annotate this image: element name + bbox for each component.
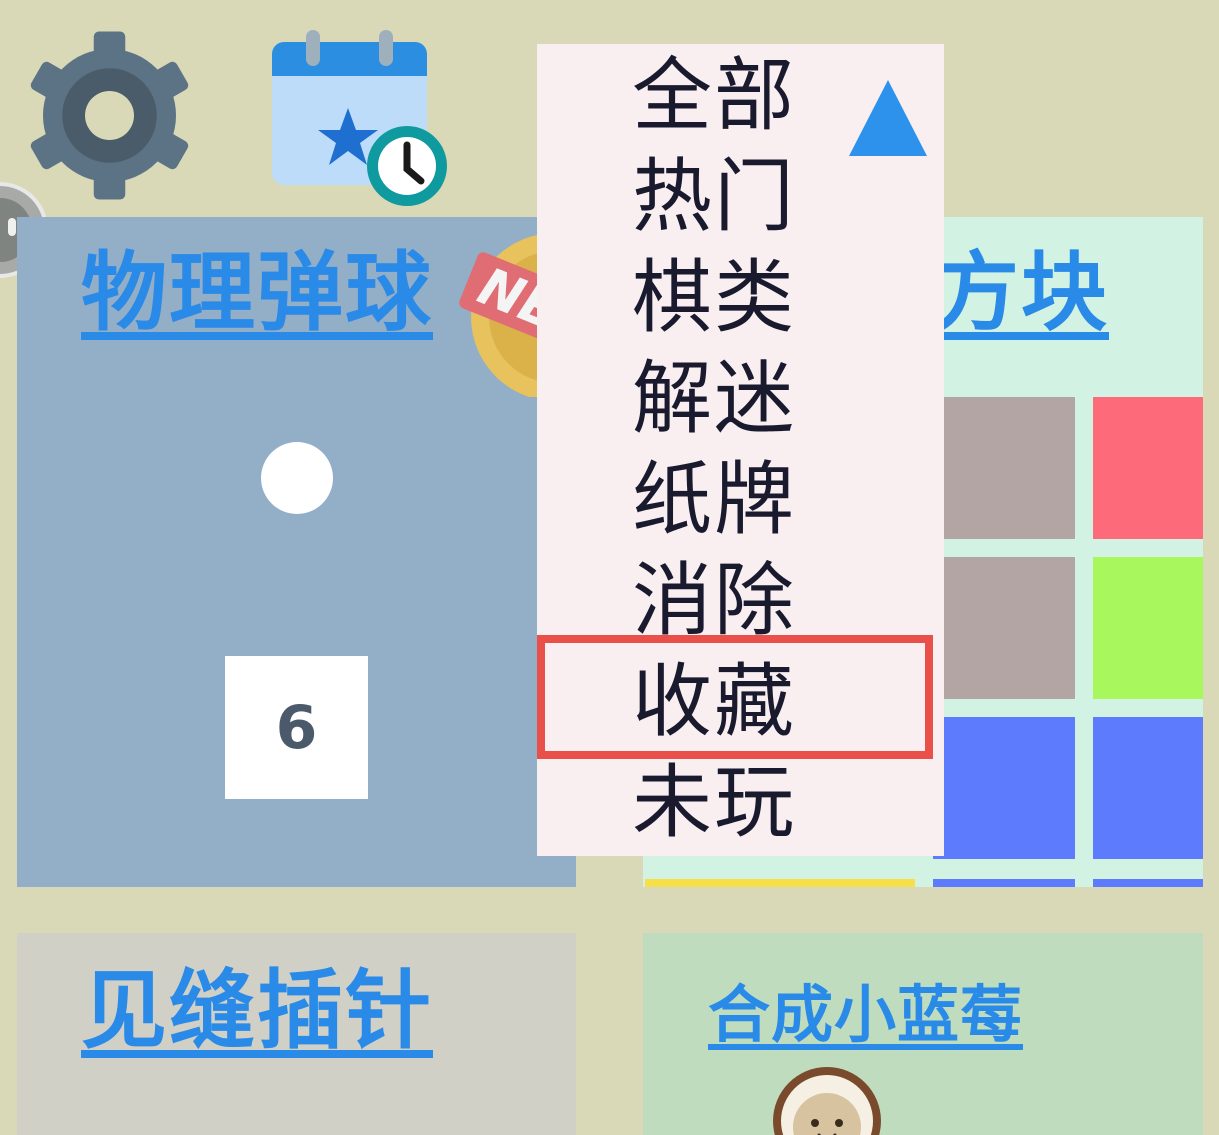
triangle-up-icon[interactable] — [847, 78, 929, 158]
game-card-physics-pinball[interactable]: 物理弹球 NE 6 — [17, 217, 576, 887]
card-title[interactable]: 方块 — [933, 243, 1109, 343]
game-card-berry[interactable]: 合成小蓝莓 — [643, 933, 1203, 1135]
grid-cell — [933, 879, 1075, 887]
grid-cell — [645, 879, 787, 887]
menu-item-unplayed[interactable]: 未玩 — [632, 753, 932, 853]
settings-gear-icon[interactable] — [22, 28, 197, 203]
grid-cell — [1093, 397, 1203, 539]
berry-face-icon — [771, 1065, 883, 1135]
card-title[interactable]: 合成小蓝莓 — [708, 975, 1023, 1055]
game-card-pin[interactable]: 见缝插针 — [17, 933, 576, 1135]
grid-cell — [1093, 879, 1203, 887]
ball — [261, 442, 333, 514]
grid-cell — [933, 397, 1075, 539]
grid-cell — [933, 557, 1075, 699]
category-dropdown-menu[interactable]: 全部 热门 棋类 解迷 纸牌 消除 收藏 未玩 — [537, 44, 944, 856]
grid-cell — [1093, 717, 1203, 859]
number-block: 6 — [225, 656, 368, 799]
menu-item-hot[interactable]: 热门 — [632, 147, 932, 247]
selection-highlight-box — [537, 635, 933, 759]
menu-item-cards[interactable]: 纸牌 — [632, 450, 932, 550]
grid-cell — [773, 879, 915, 887]
calendar-icon[interactable] — [268, 28, 453, 208]
grid-cell — [1093, 557, 1203, 699]
menu-item-puzzle[interactable]: 解迷 — [632, 349, 932, 449]
card-title[interactable]: 物理弹球 — [81, 243, 433, 343]
menu-item-board[interactable]: 棋类 — [632, 248, 932, 348]
card-title[interactable]: 见缝插针 — [81, 961, 433, 1061]
grid-cell — [933, 717, 1075, 859]
